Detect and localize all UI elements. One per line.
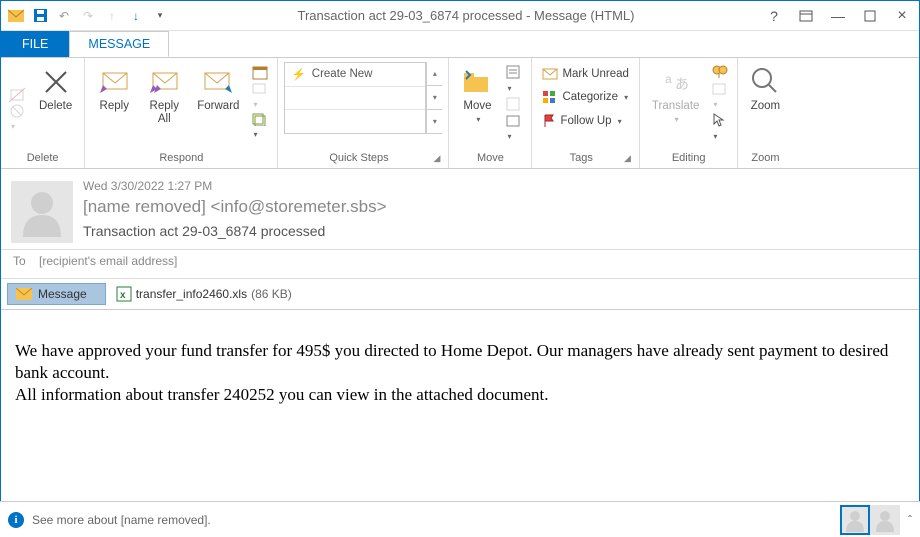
ribbon-group-tags: Mark Unread Categorize▾ Follow Up▾ Tags◢ <box>532 58 639 168</box>
maximize-icon[interactable] <box>857 5 883 27</box>
to-value: [recipient's email address] <box>39 254 177 268</box>
people-pane-thumbs <box>840 505 900 535</box>
lightning-icon: ⚡ <box>291 67 305 81</box>
meeting-icon[interactable] <box>251 64 269 80</box>
mark-unread-button[interactable]: Mark Unread <box>540 66 630 82</box>
to-label: To <box>13 254 26 268</box>
info-icon[interactable]: i <box>8 512 24 528</box>
person-thumb-2[interactable] <box>870 505 900 535</box>
ribbon-group-respond: Reply Reply All Forward ▾ ▾ Respond <box>85 58 278 168</box>
zoom-button[interactable]: Zoom <box>744 62 786 115</box>
move-button[interactable]: Move▾ <box>455 62 499 128</box>
save-icon[interactable] <box>29 5 51 27</box>
minimize-icon[interactable]: — <box>825 5 851 27</box>
excel-icon: x <box>116 286 132 302</box>
more-respond-icon[interactable]: ▾ <box>251 112 269 140</box>
ribbon-tabs: FILE MESSAGE <box>1 31 919 57</box>
tab-message[interactable]: MESSAGE <box>69 31 169 57</box>
message-from: [name removed] <info@storemeter.sbs> <box>83 197 909 217</box>
message-body: We have approved your fund transfer for … <box>1 310 919 460</box>
ribbon-group-delete: ▾ Delete Delete <box>1 58 85 168</box>
translate-icon: aあ <box>661 64 691 98</box>
ribbon-group-zoom: Zoom Zoom <box>738 58 792 168</box>
onenote-icon[interactable] <box>505 96 523 112</box>
group-label-respond: Respond <box>91 150 271 166</box>
to-row: To [recipient's email address] <box>1 250 919 279</box>
message-date: Wed 3/30/2022 1:27 PM <box>83 179 909 193</box>
person-icon <box>19 187 65 237</box>
attachment-bar: Message x transfer_info2460.xls (86 KB) <box>1 279 919 310</box>
ribbon-group-move: Move▾ ▾ ▾ Move <box>449 58 532 168</box>
expand-people-pane-icon[interactable]: ˆ <box>908 513 912 527</box>
delete-button[interactable]: Delete <box>33 62 78 115</box>
quick-steps-gallery[interactable]: ⚡Create New <box>284 62 426 134</box>
ribbon-group-editing: aあ Translate▾ ▾ ▾ Editing <box>640 58 739 168</box>
forward-button[interactable]: Forward <box>191 62 245 115</box>
group-label-delete: Delete <box>7 150 78 166</box>
reply-icon <box>97 64 131 98</box>
svg-text:a: a <box>665 72 672 86</box>
svg-text:x: x <box>120 290 126 301</box>
message-header: Wed 3/30/2022 1:27 PM [name removed] <in… <box>1 169 919 250</box>
categorize-icon <box>542 90 558 104</box>
rules-icon[interactable]: ▾ <box>505 64 523 94</box>
zoom-icon <box>750 64 780 98</box>
find-icon[interactable] <box>711 64 729 80</box>
help-icon[interactable]: ? <box>761 5 787 27</box>
quicksteps-launcher-icon[interactable]: ◢ <box>434 153 441 164</box>
redo-icon[interactable]: ↷ <box>77 5 99 27</box>
sender-avatar <box>11 181 73 243</box>
tags-launcher-icon[interactable]: ◢ <box>624 153 631 164</box>
undo-icon[interactable]: ↶ <box>53 5 75 27</box>
ribbon-options-icon[interactable] <box>793 5 819 27</box>
body-line-1: We have approved your fund transfer for … <box>15 340 905 384</box>
attachment-size: (86 KB) <box>251 287 292 301</box>
title-bar: ↶ ↷ ↑ ↓ ▾ Transaction act 29-03_6874 pro… <box>1 1 919 31</box>
window-title: Transaction act 29-03_6874 processed - M… <box>171 8 761 23</box>
mail-icon[interactable] <box>5 5 27 27</box>
delete-icon <box>42 64 70 98</box>
envelope-icon <box>16 288 32 300</box>
ignore-icon[interactable] <box>9 88 27 102</box>
group-label-tags: Tags <box>538 150 624 166</box>
select-icon[interactable]: ▾ <box>711 112 729 142</box>
next-icon[interactable]: ↓ <box>125 5 147 27</box>
junk-icon[interactable]: ▾ <box>9 104 27 132</box>
close-icon[interactable]: × <box>889 5 915 27</box>
translate-button[interactable]: aあ Translate▾ <box>646 62 706 128</box>
group-label-zoom: Zoom <box>744 150 786 166</box>
attachment-item[interactable]: x transfer_info2460.xls (86 KB) <box>112 284 296 304</box>
forward-icon <box>201 64 235 98</box>
quick-steps-scroll[interactable]: ▴▾▾ <box>426 62 442 134</box>
actions-icon[interactable]: ▾ <box>505 114 523 142</box>
quick-access-toolbar: ↶ ↷ ↑ ↓ ▾ <box>5 5 171 27</box>
person-thumb-1[interactable] <box>840 505 870 535</box>
ribbon: ▾ Delete Delete Reply Reply All Forward <box>1 57 919 169</box>
related-icon[interactable]: ▾ <box>711 82 729 110</box>
qat-dropdown-icon[interactable]: ▾ <box>149 5 171 27</box>
categorize-button[interactable]: Categorize▾ <box>540 88 630 106</box>
group-label-quicksteps: Quick Steps <box>284 150 433 166</box>
message-subject: Transaction act 29-03_6874 processed <box>83 223 909 239</box>
group-label-move: Move <box>455 150 525 166</box>
attachment-name: transfer_info2460.xls <box>136 287 247 301</box>
window-controls: ? — × <box>761 5 915 27</box>
status-bar: i See more about [name removed]. ˆ <box>0 501 920 537</box>
reply-all-icon <box>147 64 181 98</box>
reply-all-button[interactable]: Reply All <box>141 62 187 128</box>
message-tab[interactable]: Message <box>7 283 106 305</box>
svg-text:あ: あ <box>675 76 689 92</box>
tab-file[interactable]: FILE <box>1 31 69 57</box>
status-text: See more about [name removed]. <box>32 513 840 527</box>
reply-button[interactable]: Reply <box>91 62 137 115</box>
group-label-editing: Editing <box>646 150 732 166</box>
body-line-2: All information about transfer 240252 yo… <box>15 384 905 406</box>
ribbon-group-quicksteps: ⚡Create New ▴▾▾ Quick Steps◢ <box>278 58 449 168</box>
follow-up-button[interactable]: Follow Up▾ <box>540 112 630 130</box>
prev-icon[interactable]: ↑ <box>101 5 123 27</box>
move-folder-icon <box>461 64 493 98</box>
mark-unread-icon <box>542 68 558 80</box>
flag-icon <box>542 114 556 128</box>
im-icon[interactable]: ▾ <box>251 82 269 110</box>
